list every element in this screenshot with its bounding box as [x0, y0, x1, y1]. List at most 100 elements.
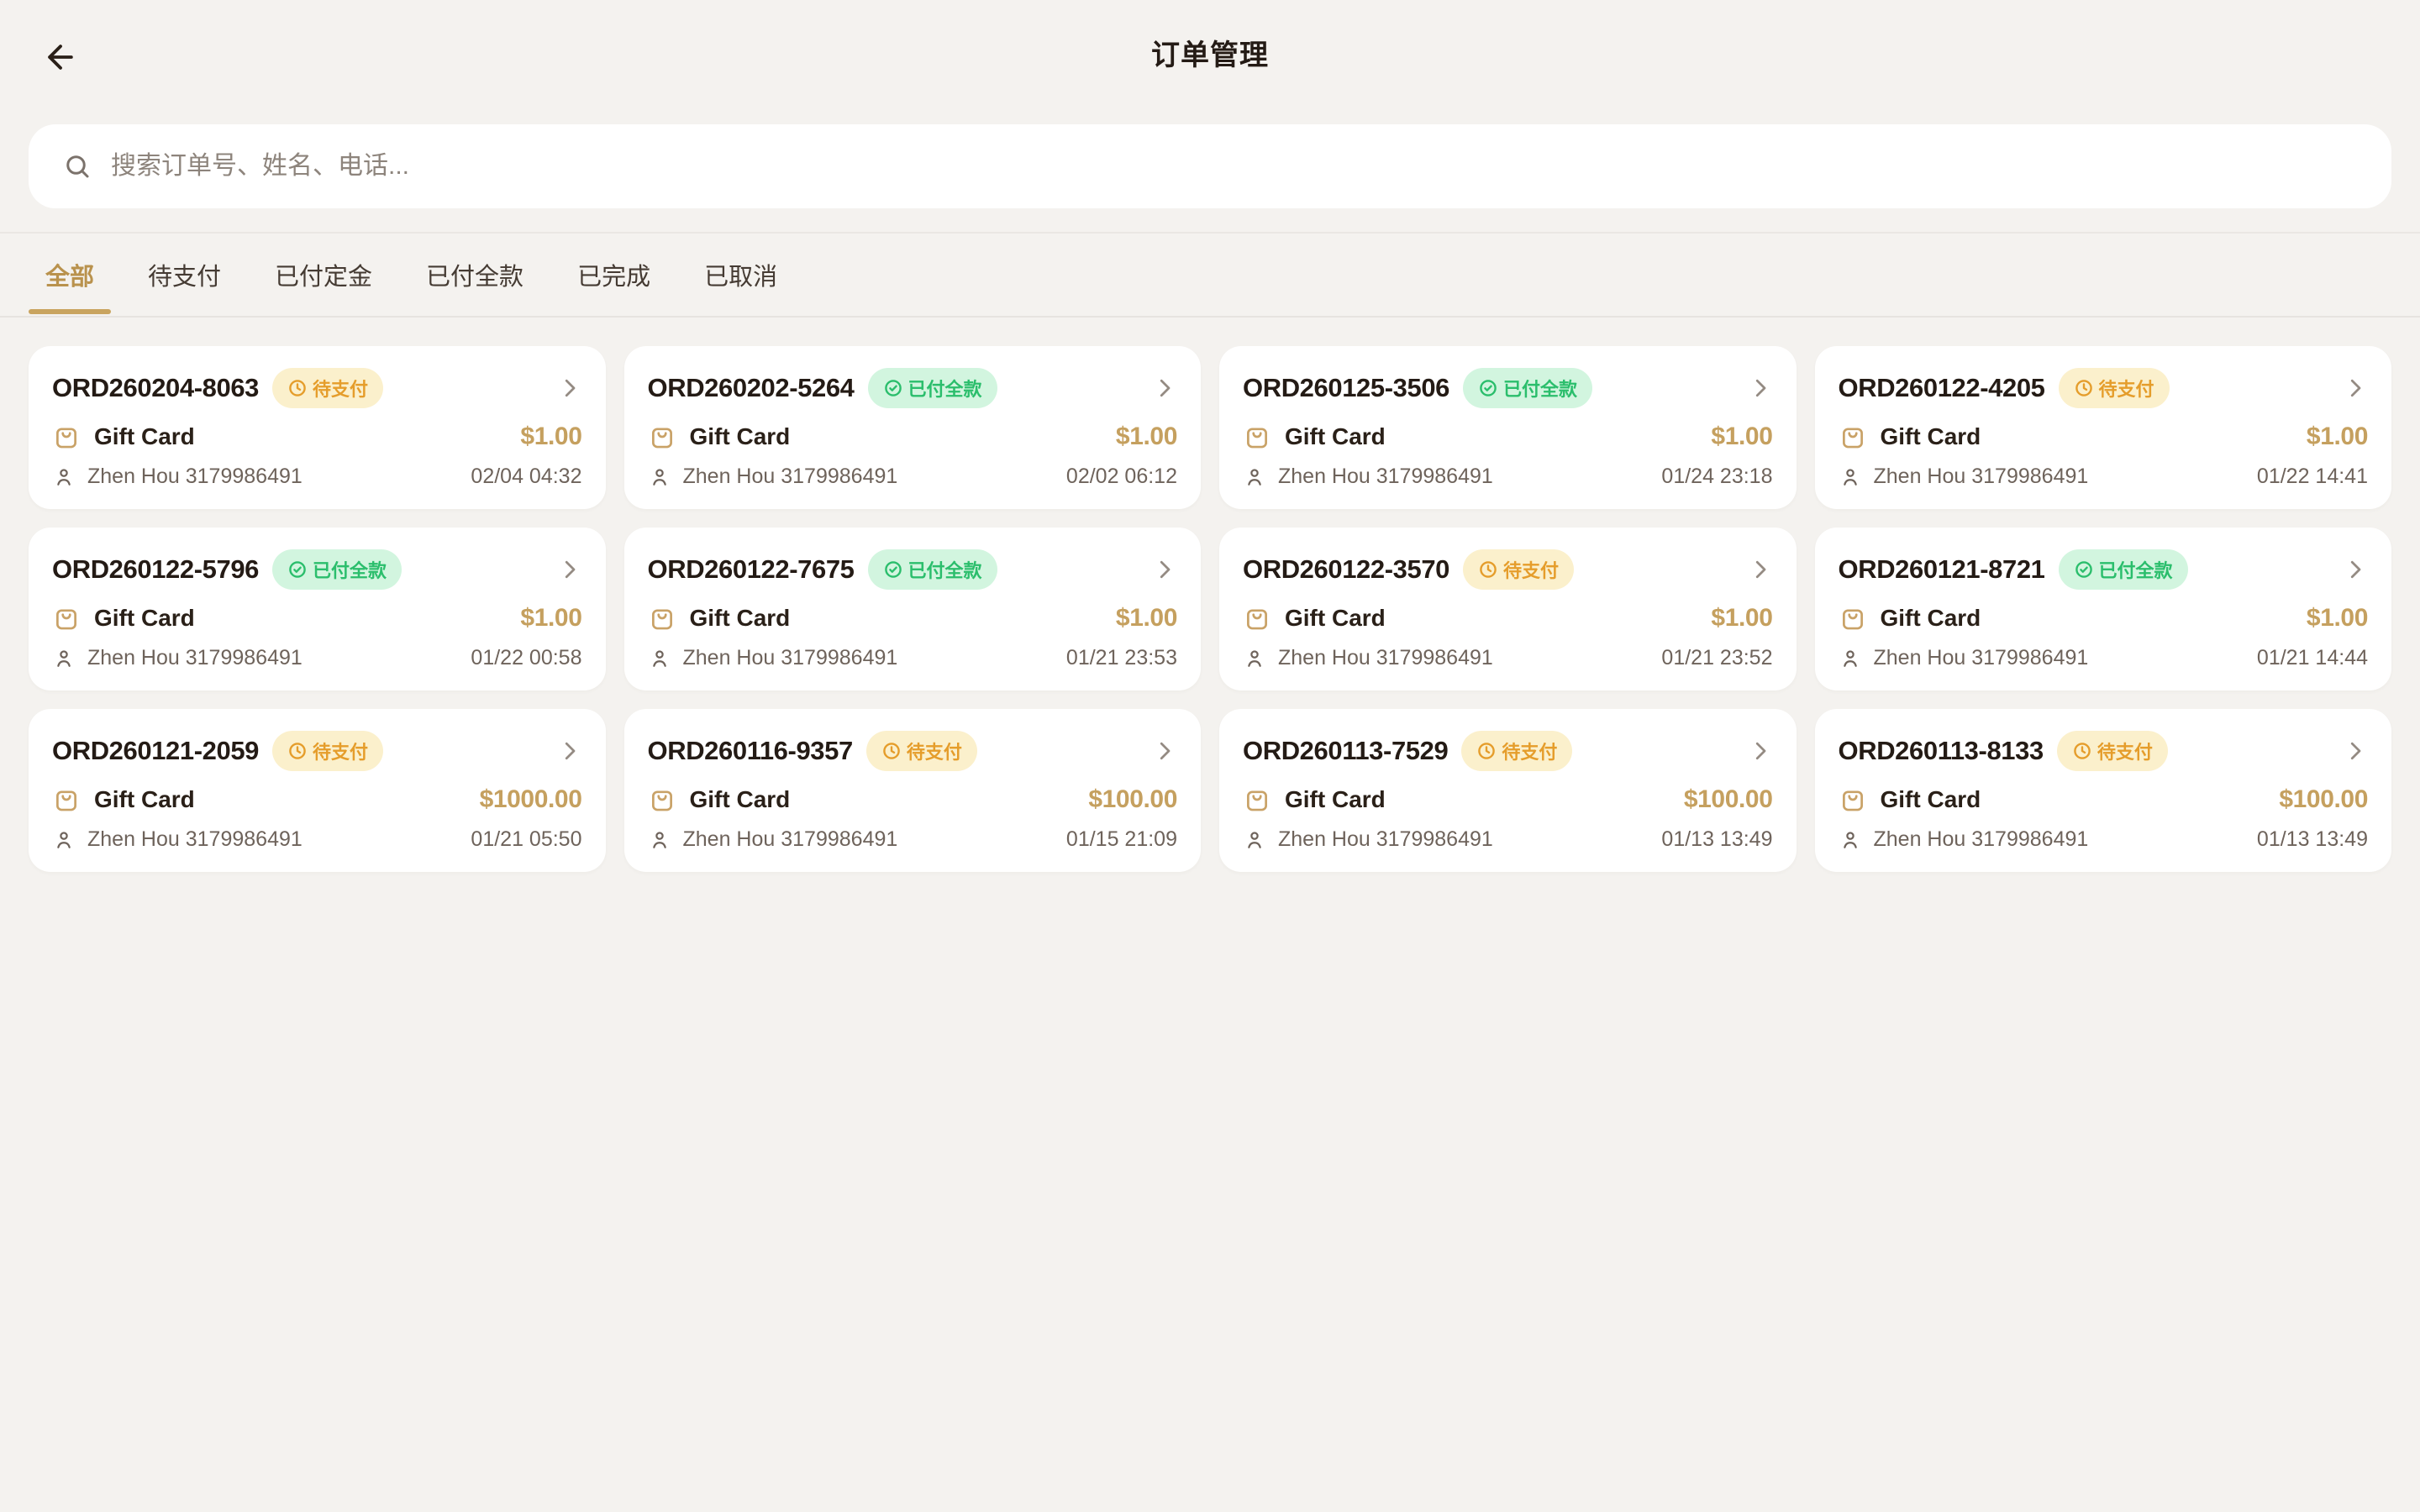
status-badge: 待支付 — [272, 368, 383, 408]
product-name: Gift Card — [1881, 423, 1981, 450]
order-id: ORD260121-2059 — [52, 736, 259, 766]
order-card-customer-row: Zhen Hou 3179986491 01/22 14:41 — [1839, 465, 2369, 489]
customer-info: Zhen Hou 3179986491 — [1278, 465, 1493, 489]
order-date: 01/22 14:41 — [2257, 465, 2368, 489]
status-badge: 待支付 — [1463, 549, 1574, 590]
order-card-product-row: Gift Card $1.00 — [648, 423, 1178, 451]
order-card[interactable]: ORD260122-7675 已付全款 Gift Card $1.00 Zhe — [624, 528, 1202, 690]
person-icon — [52, 828, 76, 852]
order-card-product-row: Gift Card $1000.00 — [52, 785, 582, 814]
tab-label: 已完成 — [577, 257, 650, 292]
order-date: 01/13 13:49 — [2257, 827, 2368, 852]
order-id: ORD260202-5264 — [648, 373, 855, 403]
status-badge: 待支付 — [272, 731, 383, 771]
order-id: ORD260113-8133 — [1839, 736, 2044, 766]
order-card-customer-row: Zhen Hou 3179986491 01/13 13:49 — [1839, 827, 2369, 852]
order-card[interactable]: ORD260113-8133 待支付 Gift Card $100.00 Zh — [1815, 709, 2392, 872]
order-date: 02/04 04:32 — [471, 465, 581, 489]
order-card-customer-row: Zhen Hou 3179986491 01/24 23:18 — [1243, 465, 1773, 489]
order-card-product-row: Gift Card $100.00 — [648, 785, 1178, 814]
shopping-bag-icon — [52, 604, 81, 633]
order-card-customer-row: Zhen Hou 3179986491 01/15 21:09 — [648, 827, 1178, 852]
person-icon — [1243, 647, 1266, 670]
person-icon — [1839, 828, 1862, 852]
tab-3[interactable]: 已付定金 — [258, 234, 389, 316]
order-card[interactable]: ORD260113-7529 待支付 Gift Card $100.00 Zh — [1219, 709, 1797, 872]
order-card-header: ORD260121-8721 已付全款 — [1839, 549, 2369, 590]
product-name: Gift Card — [1881, 605, 1981, 632]
search-input[interactable] — [111, 152, 2358, 181]
shopping-bag-icon — [1243, 785, 1271, 814]
check-circle-icon — [1478, 378, 1498, 398]
order-card[interactable]: ORD260204-8063 待支付 Gift Card $1.00 Zhen — [29, 346, 606, 509]
chevron-right-icon — [557, 375, 582, 401]
order-date: 01/24 23:18 — [1661, 465, 1772, 489]
order-id: ORD260116-9357 — [648, 736, 853, 766]
order-grid: ORD260204-8063 待支付 Gift Card $1.00 Zhen — [0, 346, 2420, 872]
clock-icon — [1476, 741, 1497, 761]
order-date: 01/21 05:50 — [471, 827, 581, 852]
check-circle-icon — [883, 378, 903, 398]
customer-info: Zhen Hou 3179986491 — [87, 827, 302, 852]
customer-info: Zhen Hou 3179986491 — [1278, 827, 1493, 852]
status-label: 待支付 — [2099, 375, 2154, 402]
customer-info: Zhen Hou 3179986491 — [1278, 646, 1493, 670]
tab-label: 已付定金 — [275, 257, 372, 292]
shopping-bag-icon — [648, 423, 676, 451]
clock-icon — [287, 741, 308, 761]
chevron-right-icon — [1748, 738, 1773, 764]
order-card-header: ORD260122-5796 已付全款 — [52, 549, 582, 590]
person-icon — [648, 647, 671, 670]
customer-info: Zhen Hou 3179986491 — [1874, 465, 2089, 489]
product-name: Gift Card — [690, 423, 791, 450]
order-card-header: ORD260113-7529 待支付 — [1243, 731, 1773, 771]
order-card[interactable]: ORD260125-3506 已付全款 Gift Card $1.00 Zhe — [1219, 346, 1797, 509]
order-card-product-row: Gift Card $1.00 — [1243, 423, 1773, 451]
tab-2[interactable]: 待支付 — [131, 234, 238, 316]
shopping-bag-icon — [648, 604, 676, 633]
check-circle-icon — [2074, 559, 2094, 580]
status-label: 已付全款 — [2099, 556, 2173, 583]
status-badge: 待支付 — [866, 731, 977, 771]
search-icon — [62, 151, 92, 181]
product-name: Gift Card — [1881, 786, 1981, 813]
order-card[interactable]: ORD260122-3570 待支付 Gift Card $1.00 Zhen — [1219, 528, 1797, 690]
order-card[interactable]: ORD260121-8721 已付全款 Gift Card $1.00 Zhe — [1815, 528, 2392, 690]
product-name: Gift Card — [1285, 423, 1386, 450]
shopping-bag-icon — [52, 785, 81, 814]
order-price: $1.00 — [2307, 423, 2368, 451]
tab-label: 全部 — [45, 257, 94, 292]
product-name: Gift Card — [690, 605, 791, 632]
order-date: 01/21 14:44 — [2257, 646, 2368, 670]
tab-6[interactable]: 已取消 — [687, 234, 794, 316]
person-icon — [52, 647, 76, 670]
order-id: ORD260122-3570 — [1243, 554, 1449, 585]
order-price: $100.00 — [1684, 785, 1773, 814]
status-label: 待支付 — [313, 375, 368, 402]
order-date: 01/21 23:53 — [1066, 646, 1177, 670]
order-card[interactable]: ORD260122-4205 待支付 Gift Card $1.00 Zhen — [1815, 346, 2392, 509]
order-card[interactable]: ORD260122-5796 已付全款 Gift Card $1.00 Zhe — [29, 528, 606, 690]
chevron-right-icon — [1748, 375, 1773, 401]
order-card[interactable]: ORD260121-2059 待支付 Gift Card $1000.00 Z — [29, 709, 606, 872]
product-name: Gift Card — [1285, 605, 1386, 632]
person-icon — [52, 465, 76, 489]
order-id: ORD260122-4205 — [1839, 373, 2045, 403]
customer-info: Zhen Hou 3179986491 — [1874, 646, 2089, 670]
order-id: ORD260204-8063 — [52, 373, 259, 403]
customer-info: Zhen Hou 3179986491 — [683, 827, 898, 852]
order-card-header: ORD260116-9357 待支付 — [648, 731, 1178, 771]
tab-4[interactable]: 已付全款 — [409, 234, 540, 316]
status-badge: 已付全款 — [1463, 368, 1592, 408]
status-badge: 待支付 — [2059, 368, 2170, 408]
tab-label: 待支付 — [148, 257, 221, 292]
order-card[interactable]: ORD260116-9357 待支付 Gift Card $100.00 Zh — [624, 709, 1202, 872]
order-date: 01/13 13:49 — [1661, 827, 1772, 852]
customer-info: Zhen Hou 3179986491 — [683, 646, 898, 670]
status-badge: 待支付 — [2057, 731, 2168, 771]
order-id: ORD260121-8721 — [1839, 554, 2045, 585]
order-card[interactable]: ORD260202-5264 已付全款 Gift Card $1.00 Zhe — [624, 346, 1202, 509]
search-bar[interactable] — [29, 124, 2391, 208]
tab-1[interactable]: 全部 — [29, 234, 111, 316]
tab-5[interactable]: 已完成 — [560, 234, 667, 316]
